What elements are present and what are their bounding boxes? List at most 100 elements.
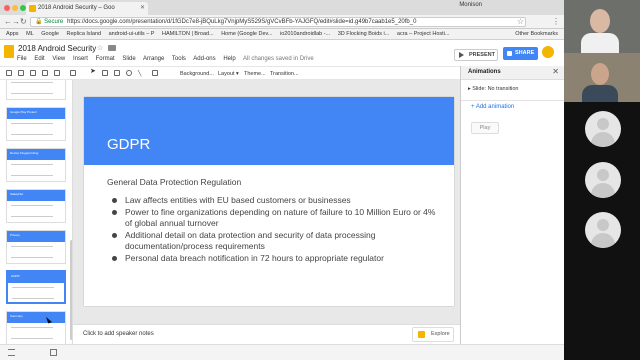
close-tab-icon[interactable]: ✕	[140, 2, 145, 15]
slide-thumbnail[interactable]: Summary	[6, 311, 66, 344]
line-icon[interactable]: ╲	[138, 70, 141, 78]
slide-thumbnail[interactable]: Device Fingerprinting	[6, 148, 66, 182]
select-cursor-icon[interactable]: ➤	[90, 68, 96, 76]
close-window-icon[interactable]	[4, 5, 10, 11]
minimize-window-icon[interactable]	[12, 5, 18, 11]
bookmark-item[interactable]: Apps	[6, 29, 19, 39]
slide-transition-row[interactable]: ▸ Slide: No transition	[468, 86, 518, 92]
menu-view[interactable]: View	[52, 56, 65, 62]
anonymous-avatar-icon[interactable]	[585, 162, 621, 198]
browser-tab-strip: 2018 Android Security – Goo ✕ Monison	[0, 0, 564, 15]
menu-format[interactable]: Format	[96, 56, 115, 62]
slide-thumbnail[interactable]	[6, 80, 66, 100]
image-icon[interactable]	[114, 70, 120, 76]
slide[interactable]: GDPR General Data Protection Regulation …	[84, 97, 454, 306]
forward-icon[interactable]: →	[12, 17, 20, 27]
participant-video[interactable]	[564, 0, 640, 53]
speaker-notes-placeholder: Click to add speaker notes	[83, 331, 154, 337]
participant-body	[581, 33, 619, 53]
slide-thumbnail-selected[interactable]: GDPR	[6, 270, 66, 304]
slides-favicon-icon	[29, 5, 36, 12]
menu-slide[interactable]: Slide	[122, 56, 135, 62]
bookmark-item[interactable]: ML	[26, 29, 34, 39]
bookmark-item[interactable]: acra – Project Hosti...	[397, 29, 450, 39]
bookmark-item[interactable]: io2010androidlab -...	[280, 29, 330, 39]
slide-subtitle[interactable]: General Data Protection Regulation	[107, 177, 241, 187]
present-button[interactable]: PRESENT	[454, 49, 498, 61]
menu-tools[interactable]: Tools	[172, 56, 186, 62]
participant-body	[582, 85, 618, 102]
bullet-item: Law affects entities with EU based custo…	[110, 195, 440, 206]
undo-icon[interactable]	[18, 70, 24, 76]
slide-thumbnail[interactable]: Privacy	[6, 230, 66, 264]
anonymous-avatar-icon[interactable]	[585, 111, 621, 147]
add-animation-link[interactable]: + Add animation	[471, 104, 514, 110]
paint-format-icon[interactable]	[54, 70, 60, 76]
layout-button[interactable]: Layout ▾	[218, 70, 239, 78]
slide-bullet-list[interactable]: Law affects entities with EU based custo…	[110, 195, 440, 265]
document-title[interactable]: 2018 Android Security	[18, 44, 96, 53]
menu-edit[interactable]: Edit	[34, 56, 44, 62]
new-slide-icon[interactable]	[6, 70, 12, 76]
participant-video[interactable]	[564, 53, 640, 102]
slide-title[interactable]: GDPR	[107, 136, 150, 153]
animations-panel-header: Animations ✕	[461, 66, 565, 80]
browser-tab[interactable]: 2018 Android Security – Goo ✕	[26, 2, 148, 15]
slides-logo-icon[interactable]	[4, 45, 14, 58]
lock-icon	[507, 51, 512, 56]
transition-button[interactable]: Transition...	[270, 70, 299, 78]
back-icon[interactable]: ←	[4, 17, 12, 27]
grid-view-icon[interactable]	[50, 349, 57, 356]
reload-icon[interactable]: ↻	[20, 17, 27, 27]
bookmark-item[interactable]: Google	[41, 29, 59, 39]
bookmark-item[interactable]: HAMILTON | Broad...	[162, 29, 214, 39]
bookmark-star-icon[interactable]: ☆	[517, 17, 524, 26]
divider	[461, 100, 565, 101]
menu-bar: File Edit View Insert Format Slide Arran…	[17, 56, 320, 62]
anonymous-avatar-icon[interactable]	[585, 212, 621, 248]
bullet-item: Power to fine organizations depending on…	[110, 207, 440, 229]
thumbnail-title: Device Fingerprinting	[10, 151, 39, 155]
share-button[interactable]: SHARE	[503, 47, 538, 60]
zoom-icon[interactable]	[70, 70, 76, 76]
theme-button[interactable]: Theme...	[244, 70, 266, 78]
bookmark-item[interactable]: android-ui-utils – P	[109, 29, 155, 39]
menu-help[interactable]: Help	[223, 56, 235, 62]
text-box-icon[interactable]	[102, 70, 108, 76]
menu-file[interactable]: File	[17, 56, 27, 62]
filmstrip-view-icon[interactable]	[8, 349, 15, 356]
explore-button[interactable]: Explore	[412, 327, 454, 342]
participant-face	[591, 63, 609, 85]
bookmark-item[interactable]: Replica Island	[67, 29, 102, 39]
print-icon[interactable]	[42, 70, 48, 76]
other-bookmarks[interactable]: Other Bookmarks	[515, 29, 558, 39]
view-switcher-bar	[0, 344, 564, 360]
bullet-item: Personal data breach notification in 72 …	[110, 253, 440, 264]
shape-icon[interactable]	[126, 70, 132, 76]
menu-arrange[interactable]: Arrange	[143, 56, 164, 62]
browser-profile-name[interactable]: Monison	[459, 2, 482, 8]
thumbnail-title: Google Play Protect	[10, 110, 37, 114]
menu-addons[interactable]: Add-ons	[193, 56, 215, 62]
thumbnail-title: GDPR	[11, 274, 20, 278]
present-label: PRESENT	[469, 52, 495, 58]
redo-icon[interactable]	[30, 70, 36, 76]
speaker-notes[interactable]: Click to add speaker notes Explore	[73, 324, 460, 344]
folder-icon[interactable]	[108, 45, 116, 51]
secure-label: Secure	[44, 19, 64, 25]
browser-menu-icon[interactable]: ⋮	[552, 17, 560, 27]
editing-toolbar: ➤ ╲ Background... Layout ▾ Theme... Tran…	[0, 66, 460, 80]
bookmark-item[interactable]: Home (Google Dev...	[221, 29, 272, 39]
play-button[interactable]: Play	[471, 122, 499, 134]
close-icon[interactable]: ✕	[552, 67, 559, 76]
slide-thumbnail[interactable]: SafetyNet	[6, 189, 66, 223]
star-icon[interactable]: ☆	[97, 44, 103, 52]
background-button[interactable]: Background...	[180, 70, 214, 78]
menu-insert[interactable]: Insert	[73, 56, 88, 62]
address-bar[interactable]: 🔒 Secure https://docs.google.com/presenta…	[30, 17, 526, 27]
animations-panel: Animations ✕ ▸ Slide: No transition + Ad…	[460, 66, 565, 344]
slide-thumbnail[interactable]: Google Play Protect	[6, 107, 66, 141]
bookmark-item[interactable]: 3D Flocking Boids i...	[338, 29, 390, 39]
avatar[interactable]	[542, 46, 554, 58]
comment-icon[interactable]	[152, 70, 158, 76]
